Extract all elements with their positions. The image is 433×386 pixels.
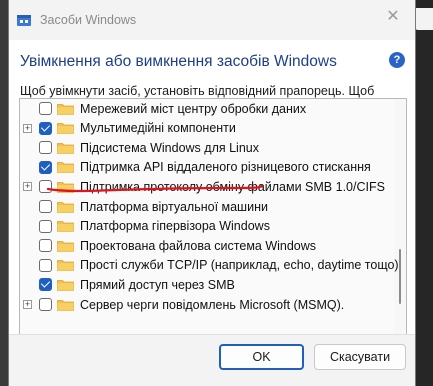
- feature-row[interactable]: Прямий доступ через SMB: [20, 275, 394, 294]
- scrollbar-thumb[interactable]: [399, 249, 401, 304]
- feature-row[interactable]: + Підтримка протоколу обміну файлами SMB …: [20, 177, 394, 196]
- feature-label: Мережевий міст центру обробки даних: [80, 101, 307, 116]
- window-title: Засоби Windows: [40, 13, 137, 27]
- feature-label: Проектована файлова система Windows: [80, 238, 317, 253]
- expand-icon[interactable]: +: [23, 182, 32, 192]
- close-icon: ✕: [386, 8, 400, 25]
- folder-icon: [57, 221, 74, 232]
- feature-checkbox[interactable]: [39, 219, 52, 233]
- feature-label: Сервер черги повідомлень Microsoft (MSMQ…: [80, 297, 345, 312]
- folder-icon: [57, 201, 74, 213]
- feature-label: Підтримка API віддаленого різницевого ст…: [80, 160, 371, 175]
- folder-icon: [57, 103, 74, 115]
- feature-checkbox[interactable]: [39, 160, 52, 174]
- cancel-button[interactable]: Скасувати: [314, 344, 406, 370]
- feature-checkbox[interactable]: [39, 258, 52, 272]
- feature-row[interactable]: Проектована файлова система Windows: [20, 236, 394, 255]
- feature-label: Прямий доступ через SMB: [80, 277, 235, 292]
- folder-icon: [57, 142, 74, 154]
- feature-row[interactable]: Платформа гіпервізора Windows: [20, 217, 394, 236]
- dialog-footer: OK Скасувати: [9, 334, 415, 386]
- feature-label: Платформа гіпервізора Windows: [80, 219, 270, 234]
- help-icon[interactable]: ?: [389, 52, 405, 68]
- feature-label: Підсистема Windows для Linux: [80, 140, 259, 155]
- feature-checkbox[interactable]: [39, 141, 52, 155]
- feature-label: Мультимедійні компоненти: [80, 121, 236, 136]
- feature-row[interactable]: Підсистема Windows для Linux: [20, 138, 394, 157]
- feature-checkbox[interactable]: [39, 102, 52, 115]
- feature-label: Підтримка протоколу обміну файлами SMB 1…: [80, 179, 385, 194]
- folder-icon: [57, 260, 74, 272]
- feature-checkbox[interactable]: [39, 121, 52, 135]
- feature-checkbox[interactable]: [39, 298, 52, 311]
- feature-row[interactable]: Підтримка API віддаленого різницевого ст…: [20, 158, 394, 177]
- feature-row[interactable]: Мережевий міст центру обробки даних: [20, 99, 394, 118]
- windows-features-icon: [16, 12, 32, 28]
- close-button[interactable]: ✕: [371, 0, 415, 32]
- folder-icon: [57, 162, 74, 174]
- folder-icon: [57, 123, 74, 134]
- background-window-edge: [0, 0, 8, 386]
- feature-row[interactable]: Платформа віртуальної машини: [20, 197, 394, 216]
- feature-label: Платформа віртуальної машини: [80, 199, 268, 214]
- feature-checkbox[interactable]: [39, 278, 52, 292]
- feature-label: Прості служби TCP/IP (наприклад, echo, d…: [80, 258, 399, 273]
- feature-row[interactable]: + Сервер черги повідомлень Microsoft (MSM…: [20, 295, 394, 314]
- feature-row[interactable]: + Мультимедійні компоненти: [20, 119, 394, 138]
- folder-icon: [57, 240, 74, 252]
- folder-icon: [57, 299, 74, 311]
- title-bar: Засоби Windows ✕: [9, 0, 415, 40]
- folder-icon: [57, 181, 74, 193]
- expand-icon[interactable]: +: [23, 123, 32, 133]
- dialog-heading: Увімкнення або вимкнення засобів Windows: [20, 53, 337, 70]
- feature-checkbox[interactable]: [39, 180, 52, 194]
- folder-icon: [57, 279, 74, 291]
- ok-button[interactable]: OK: [219, 344, 304, 370]
- feature-checkbox[interactable]: [39, 239, 52, 253]
- feature-checkbox[interactable]: [39, 200, 52, 213]
- background-window-tab: [415, 8, 433, 30]
- expand-icon[interactable]: +: [23, 300, 32, 309]
- feature-row[interactable]: Прості служби TCP/IP (наприклад, echo, d…: [20, 256, 399, 275]
- windows-features-dialog: Засоби Windows ✕ Увімкнення або вимкненн…: [8, 0, 416, 386]
